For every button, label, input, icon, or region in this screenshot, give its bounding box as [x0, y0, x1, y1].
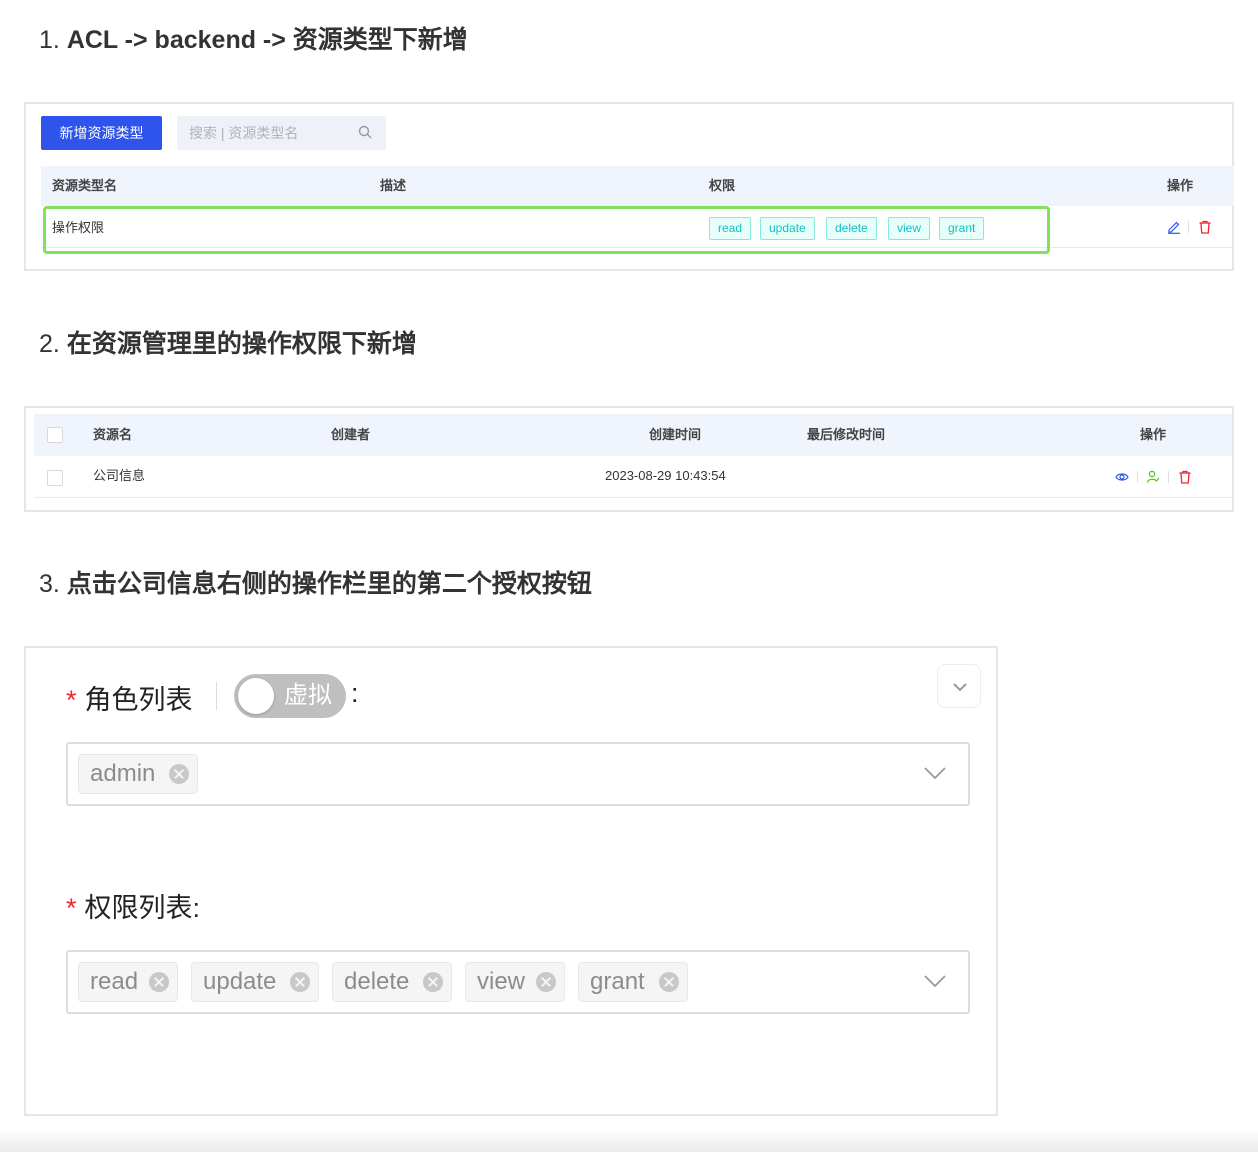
resource-type-panel: 新增资源类型 搜索 | 资源类型名 资源类型名 描述 权限 操作 操作权限 re…: [24, 102, 1234, 271]
edit-icon[interactable]: [1167, 220, 1181, 234]
grant-form-panel: * 角色列表 虚拟 : admin * 权限列表: read update de…: [24, 646, 998, 1116]
chevron-down-icon: [953, 683, 967, 692]
column-header: 权限: [709, 178, 736, 193]
permission-list-label: * 权限列表:: [66, 893, 201, 923]
required-mark: *: [66, 893, 77, 923]
chip-label: grant: [590, 968, 645, 995]
chip-label: read: [90, 968, 139, 995]
grant-icon[interactable]: [1146, 470, 1160, 484]
column-header: 操作: [1140, 427, 1167, 442]
resource-created-at: 2023-08-29 10:43:54: [605, 468, 726, 483]
chip-label: view: [477, 968, 526, 995]
divider: [1137, 471, 1138, 483]
permission-chip: delete: [332, 962, 452, 1002]
switch-label: 虚拟: [284, 682, 332, 709]
permission-chip: read: [78, 962, 178, 1002]
remove-icon[interactable]: [659, 972, 679, 992]
role-select[interactable]: admin: [66, 742, 970, 806]
divider: [1168, 471, 1169, 483]
column-header: 创建时间: [649, 427, 702, 442]
permission-chip: grant: [578, 962, 688, 1002]
chip-label: admin: [90, 760, 156, 787]
column-header: 资源类型名: [52, 178, 118, 193]
step-number: 1.: [39, 26, 60, 54]
step-1-title: 1. ACL -> backend -> 资源类型下新增: [39, 20, 468, 56]
step-number: 3.: [39, 570, 60, 598]
resource-type-search-input[interactable]: 搜索 | 资源类型名: [177, 116, 386, 150]
role-chip: admin: [78, 754, 198, 794]
column-header: 最后修改时间: [807, 427, 886, 442]
step-3-title: 3. 点击公司信息右侧的操作栏里的第二个授权按钮: [39, 564, 592, 600]
table-row: 公司信息 2023-08-29 10:43:54: [34, 456, 1232, 498]
switch-knob: [238, 678, 274, 714]
search-placeholder: 搜索 | 资源类型名: [189, 125, 299, 141]
chevron-down-icon[interactable]: [924, 766, 946, 780]
delete-icon[interactable]: [1198, 220, 1212, 234]
chevron-down-icon[interactable]: [924, 974, 946, 988]
role-list-label: * 角色列表: [66, 685, 193, 715]
step-number: 2.: [39, 330, 60, 358]
add-resource-type-button[interactable]: 新增资源类型: [41, 116, 162, 150]
page-bottom-shadow: [0, 1128, 1258, 1152]
step-text: ACL -> backend -> 资源类型下新增: [66, 26, 468, 54]
column-header: 资源名: [93, 427, 133, 442]
resource-panel: 资源名 创建者 创建时间 最后修改时间 操作 公司信息 2023-08-29 1…: [24, 406, 1234, 512]
collapse-button[interactable]: [937, 664, 981, 708]
resource-type-table-header: 资源类型名 描述 权限 操作: [41, 166, 1234, 206]
remove-icon[interactable]: [290, 972, 310, 992]
step-text: 在资源管理里的操作权限下新增: [66, 330, 417, 358]
permission-select[interactable]: read update delete view grant: [66, 950, 970, 1014]
step-text: 点击公司信息右侧的操作栏里的第二个授权按钮: [66, 570, 592, 598]
delete-icon[interactable]: [1178, 470, 1192, 484]
column-header: 创建者: [331, 427, 371, 442]
column-header: 操作: [1167, 178, 1194, 193]
search-icon[interactable]: [358, 125, 372, 139]
divider: [216, 682, 217, 710]
divider: [1188, 221, 1189, 233]
step-2-title: 2. 在资源管理里的操作权限下新增: [39, 324, 417, 360]
remove-icon[interactable]: [423, 972, 443, 992]
view-icon[interactable]: [1115, 470, 1129, 484]
virtual-role-switch[interactable]: 虚拟: [234, 674, 346, 718]
permission-chip: view: [465, 962, 565, 1002]
remove-icon[interactable]: [169, 764, 189, 784]
remove-icon[interactable]: [149, 972, 169, 992]
resource-table-header: 资源名 创建者 创建时间 最后修改时间 操作: [34, 414, 1232, 456]
label-colon: :: [351, 678, 359, 708]
required-mark: *: [66, 685, 77, 715]
chip-label: delete: [344, 968, 410, 995]
column-header: 描述: [380, 178, 407, 193]
select-all-checkbox[interactable]: [47, 427, 63, 443]
permission-chip: update: [191, 962, 319, 1002]
chip-label: update: [203, 968, 277, 995]
resource-name: 公司信息: [93, 468, 146, 483]
row-checkbox[interactable]: [47, 470, 63, 486]
highlight-frame: [43, 206, 1050, 254]
remove-icon[interactable]: [536, 972, 556, 992]
